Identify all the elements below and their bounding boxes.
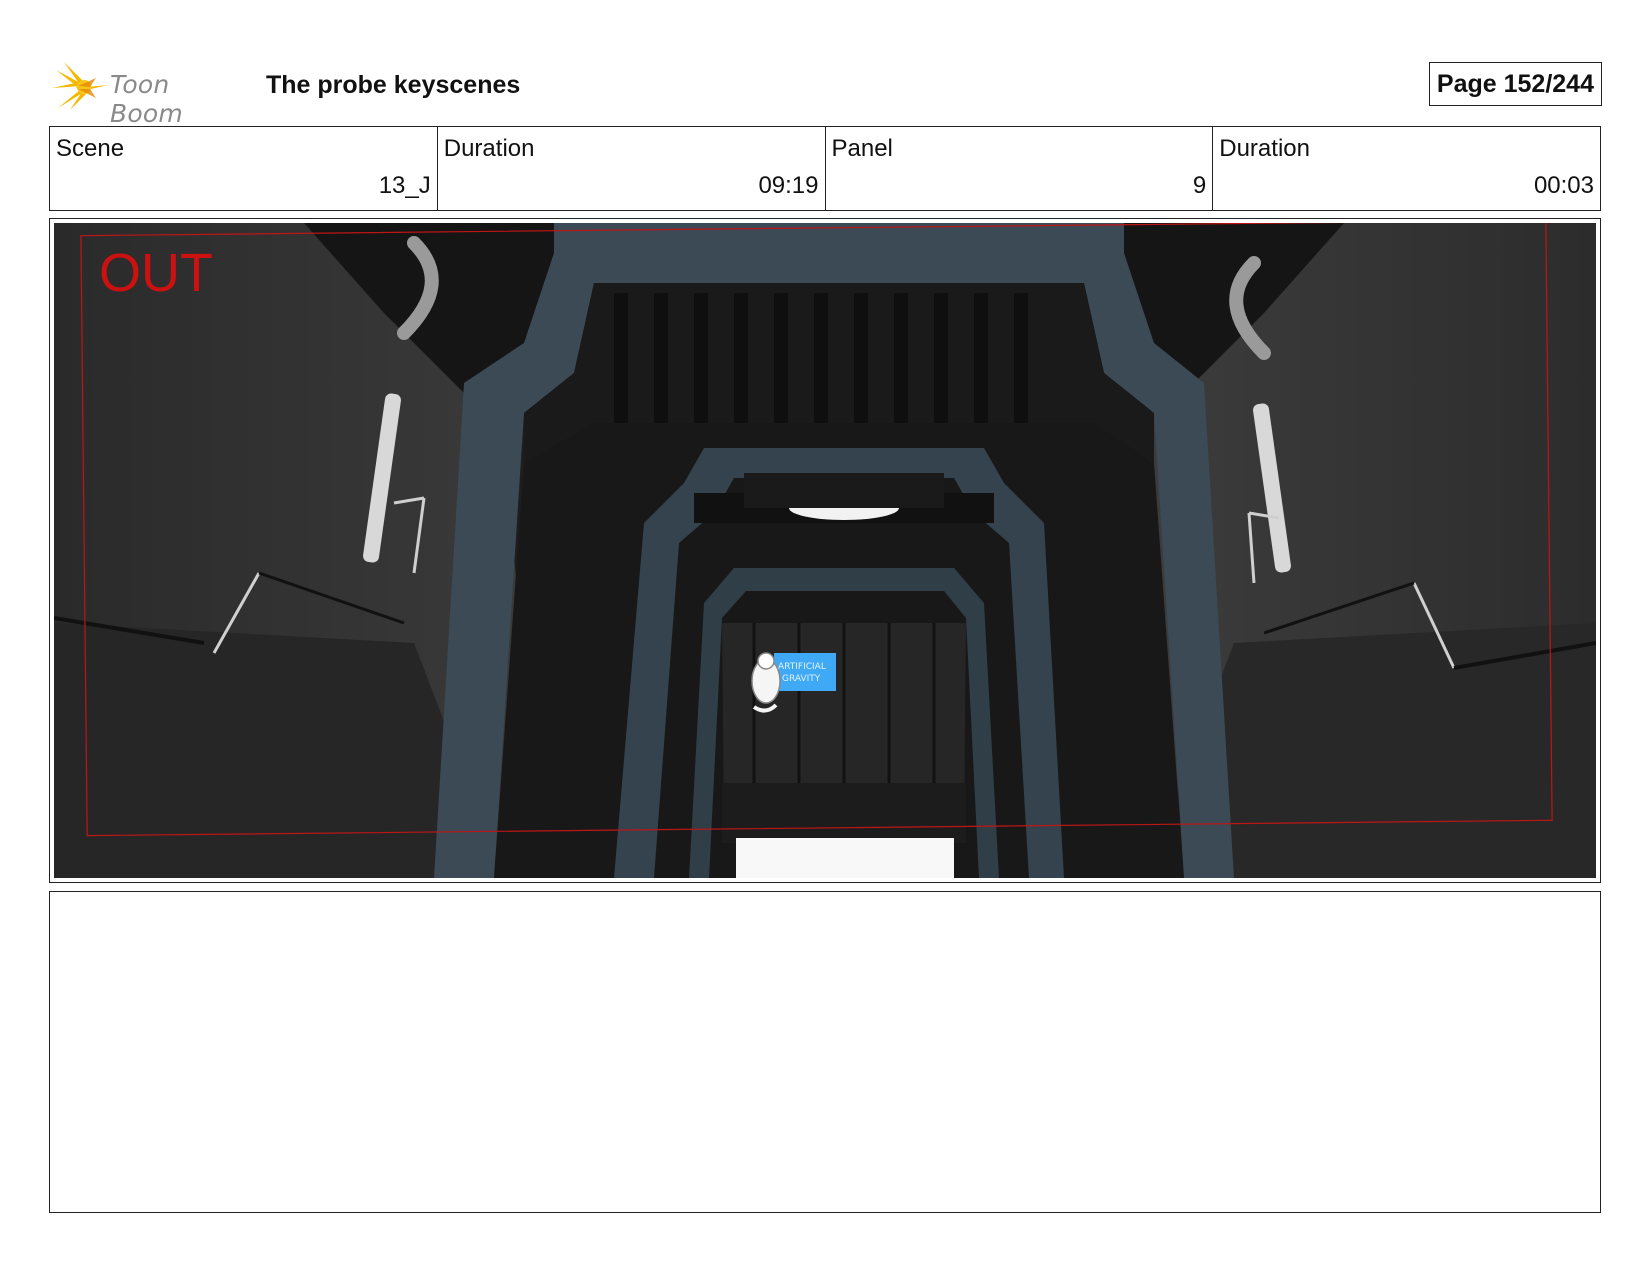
scene-info-table: Scene 13_J Duration 09:19 Panel 9 Durati… [49, 126, 1601, 211]
sign-text-line2: GRAVITY [782, 674, 821, 684]
sign-text-line1: ARTIFICIAL [778, 662, 826, 672]
panel-label: Panel [831, 135, 893, 162]
scene-duration-cell: Duration 09:19 [438, 127, 826, 210]
document-title: The probe keyscenes [266, 71, 521, 99]
scene-value: 13_J [378, 172, 431, 199]
toon-boom-logo: Toon Boom [50, 58, 250, 128]
scene-cell: Scene 13_J [50, 127, 438, 210]
page-header: Toon Boom The probe keyscenes Page 152/2… [50, 58, 1602, 128]
panel-notes-area [49, 891, 1601, 1213]
out-annotation: OUT [99, 243, 213, 303]
scene-label: Scene [56, 135, 125, 162]
spark-icon [52, 62, 108, 110]
storyboard-panel: ARTIFICIAL GRAVITY OUT [49, 218, 1601, 883]
panel-duration-cell: Duration 00:03 [1213, 127, 1600, 210]
panel-cell: Panel 9 [826, 127, 1214, 210]
scene-duration-value: 09:19 [758, 172, 819, 199]
panel-duration-label: Duration [1219, 135, 1310, 162]
logo-wordmark: Toon Boom [110, 70, 183, 128]
scene-duration-label: Duration [443, 135, 535, 162]
page-number: Page 152/244 [1428, 62, 1602, 106]
panel-duration-value: 00:03 [1533, 172, 1594, 199]
corridor-render: ARTIFICIAL GRAVITY OUT [54, 223, 1596, 878]
panel-value: 9 [1192, 172, 1207, 199]
